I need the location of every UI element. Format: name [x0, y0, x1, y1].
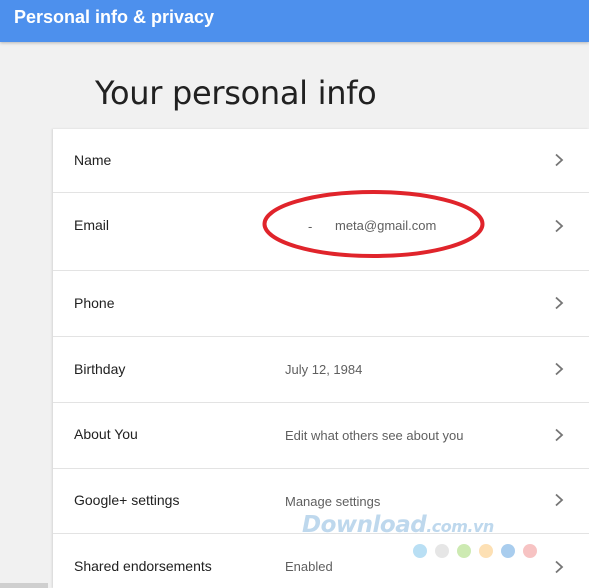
row-label: Google+ settings	[74, 492, 180, 508]
row-label: Shared endorsements	[74, 558, 212, 574]
watermark-logo: Download.com.vn	[302, 512, 494, 538]
watermark-dot	[479, 544, 493, 558]
row-label: Birthday	[74, 361, 126, 377]
row-about-you[interactable]: About You Edit what others see about you	[53, 403, 589, 469]
row-name[interactable]: Name	[53, 129, 589, 193]
row-birthday[interactable]: Birthday July 12, 1984	[53, 337, 589, 403]
email-highlight-ring	[262, 189, 485, 259]
watermark-dot	[413, 544, 427, 558]
row-label: Name	[74, 152, 112, 168]
watermark-dots	[413, 544, 537, 558]
watermark-dot	[501, 544, 515, 558]
row-phone[interactable]: Phone	[53, 271, 589, 337]
row-label: About You	[74, 426, 138, 442]
chevron-right-icon	[553, 153, 565, 167]
google-plus-settings-value: Manage settings	[285, 494, 381, 509]
watermark-dot	[523, 544, 537, 558]
about-you-value: Edit what others see about you	[285, 428, 464, 443]
horizontal-scrollbar[interactable]	[0, 583, 48, 588]
shared-endorsements-value: Enabled	[285, 559, 333, 574]
watermark-text: Download	[302, 512, 427, 538]
row-shared-endorsements[interactable]: Shared endorsements Enabled	[53, 534, 589, 588]
chevron-right-icon	[553, 296, 565, 310]
app-header: Personal info & privacy	[0, 0, 589, 42]
watermark-dot	[457, 544, 471, 558]
chevron-right-icon	[553, 219, 565, 233]
chevron-right-icon	[553, 428, 565, 442]
row-label: Email	[74, 217, 110, 233]
birthday-value: July 12, 1984	[285, 362, 363, 377]
watermark-suffix: .com.vn	[426, 517, 494, 536]
header-title: Personal info & privacy	[14, 7, 215, 27]
chevron-right-icon	[553, 493, 565, 507]
row-label: Phone	[74, 295, 115, 311]
chevron-right-icon	[553, 560, 565, 574]
chevron-right-icon	[553, 362, 565, 376]
page-title: Your personal info	[95, 74, 377, 112]
watermark-dot	[435, 544, 449, 558]
